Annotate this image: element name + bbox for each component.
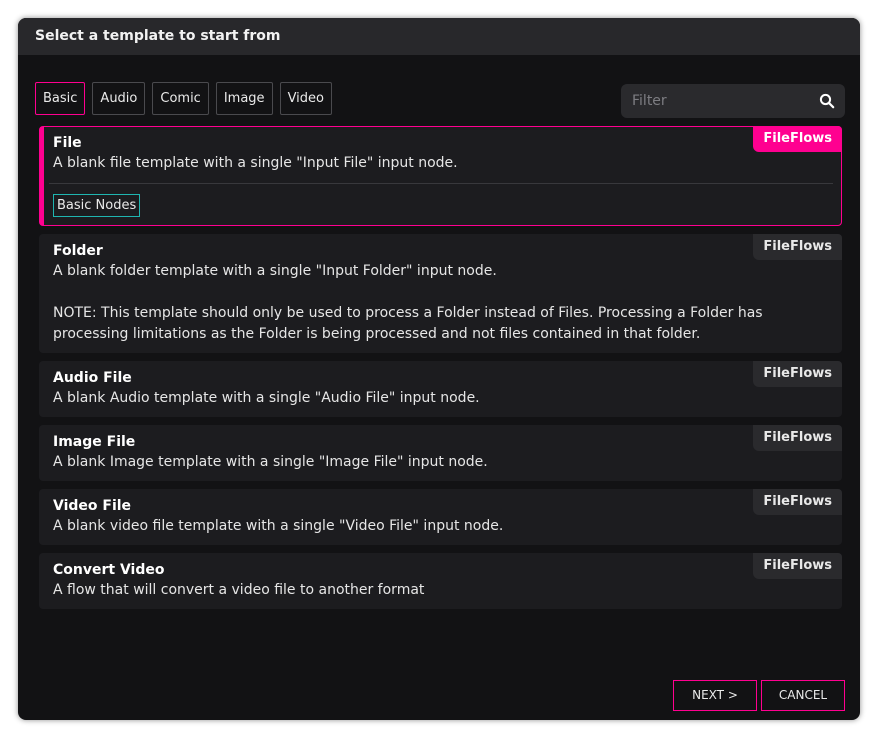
source-badge: FileFlows xyxy=(753,126,842,152)
cancel-button[interactable]: CANCEL xyxy=(761,680,845,711)
tab-image[interactable]: Image xyxy=(215,82,273,115)
template-card-video-file[interactable]: Video File A blank video file template w… xyxy=(39,489,842,545)
template-card-folder[interactable]: Folder A blank folder template with a si… xyxy=(39,234,842,353)
template-description: A blank folder template with a single "I… xyxy=(53,263,763,342)
tab-video[interactable]: Video xyxy=(279,82,332,115)
template-card-file[interactable]: File A blank file template with a single… xyxy=(39,126,842,226)
template-description: A blank video file template with a singl… xyxy=(53,518,504,534)
source-badge: FileFlows xyxy=(753,425,842,451)
template-dialog: Select a template to start from Basic Au… xyxy=(18,18,860,720)
template-list: File A blank file template with a single… xyxy=(39,126,842,617)
search-icon[interactable] xyxy=(819,93,835,109)
template-description: A blank Image template with a single "Im… xyxy=(53,454,488,470)
dialog-title: Select a template to start from xyxy=(18,18,860,55)
template-title: Image File xyxy=(53,434,136,450)
tab-comic[interactable]: Comic xyxy=(152,82,209,115)
template-tag: Basic Nodes xyxy=(53,194,141,217)
template-card-audio-file[interactable]: Audio File A blank Audio template with a… xyxy=(39,361,842,417)
template-description: A blank file template with a single "Inp… xyxy=(53,155,458,171)
source-badge: FileFlows xyxy=(753,234,842,260)
filter-input[interactable] xyxy=(621,84,811,118)
template-description: A blank Audio template with a single "Au… xyxy=(53,390,480,406)
template-title: File xyxy=(53,135,82,151)
source-badge: FileFlows xyxy=(753,553,842,579)
filter-box xyxy=(621,84,845,118)
tab-basic[interactable]: Basic xyxy=(35,82,86,115)
template-title: Video File xyxy=(53,498,132,514)
category-tabs: Basic Audio Comic Image Video xyxy=(35,82,332,115)
template-title: Convert Video xyxy=(53,562,165,578)
template-card-convert-video[interactable]: Convert Video A flow that will convert a… xyxy=(39,553,842,609)
template-description: A flow that will convert a video file to… xyxy=(53,582,425,598)
template-card-image-file[interactable]: Image File A blank Image template with a… xyxy=(39,425,842,481)
template-title: Audio File xyxy=(53,370,132,386)
card-divider xyxy=(49,183,833,184)
source-badge: FileFlows xyxy=(753,489,842,515)
next-button[interactable]: NEXT > xyxy=(673,680,757,711)
tab-audio[interactable]: Audio xyxy=(92,82,146,115)
source-badge: FileFlows xyxy=(753,361,842,387)
template-title: Folder xyxy=(53,243,103,259)
